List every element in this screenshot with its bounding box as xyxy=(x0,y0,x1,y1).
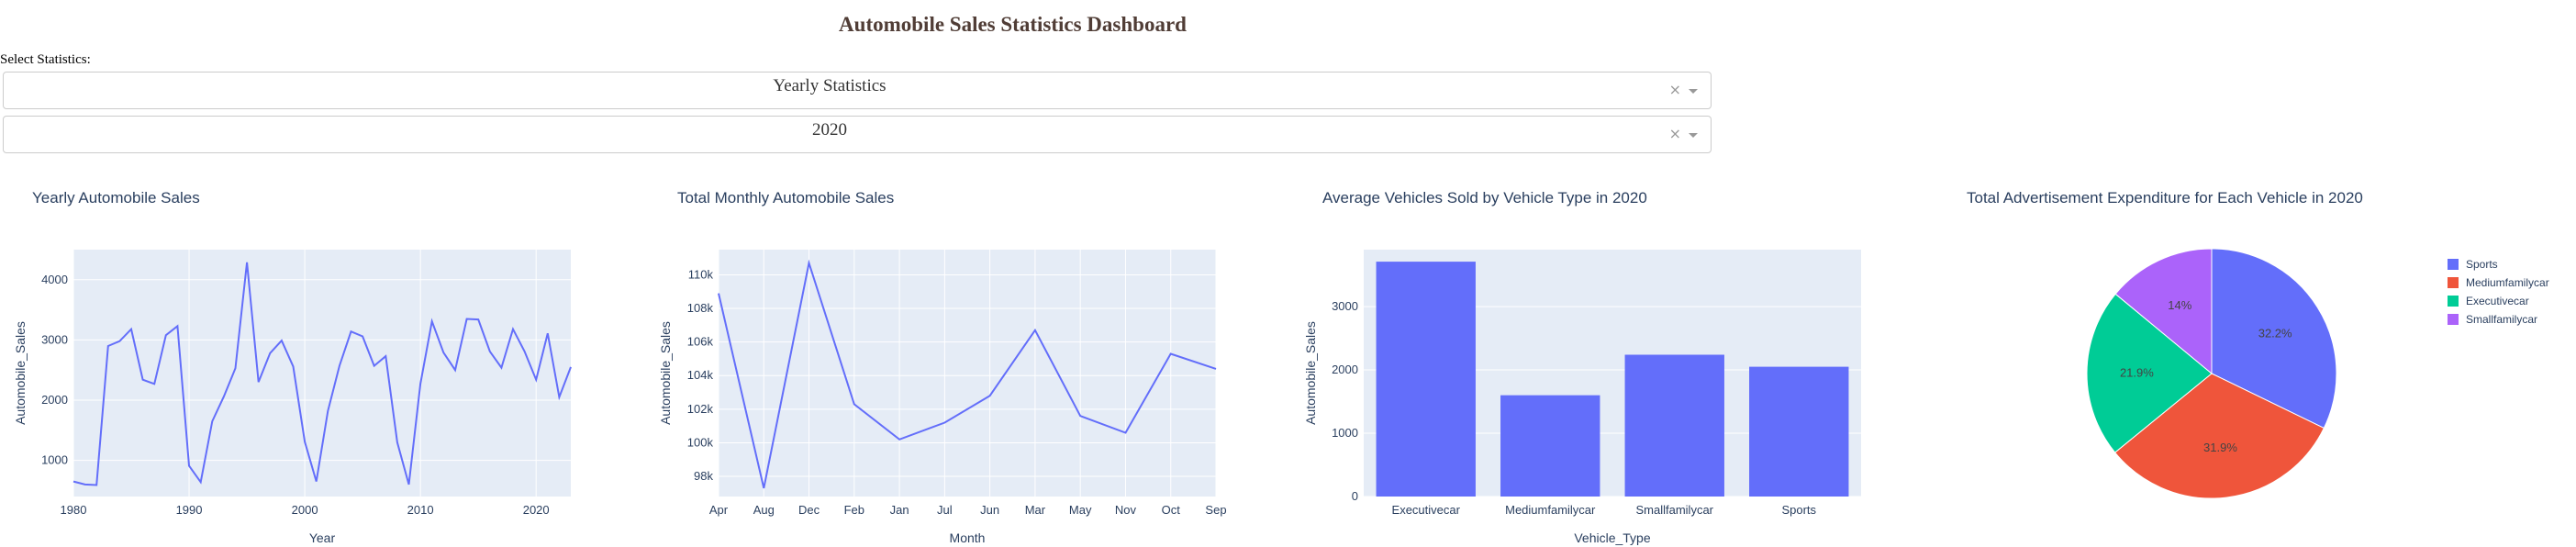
y-tick-label: 1000 xyxy=(1332,426,1358,440)
y-tick-label: 104k xyxy=(687,368,714,382)
legend-swatch xyxy=(2448,296,2459,307)
x-tick-label: Smallfamilycar xyxy=(1635,503,1713,517)
x-tick-label: Jan xyxy=(890,503,909,517)
chart-title: Yearly Automobile Sales xyxy=(32,189,200,207)
x-tick-label: Sep xyxy=(1205,503,1226,517)
clear-icon[interactable]: × xyxy=(1669,127,1681,141)
x-tick-label: 2010 xyxy=(407,503,434,517)
y-axis-label: Automobile_Sales xyxy=(658,321,673,425)
slice-label: 31.9% xyxy=(2203,441,2237,454)
dashboard-title: Automobile Sales Statistics Dashboard xyxy=(839,13,1187,36)
bar xyxy=(1500,395,1600,497)
y-tick-label: 108k xyxy=(687,301,714,315)
ad-expenditure-pie-chart: Total Advertisement Expenditure for Each… xyxy=(1967,189,2549,499)
x-tick-label: Sports xyxy=(1781,503,1816,517)
legend-swatch xyxy=(2448,314,2459,325)
x-tick-label: Oct xyxy=(1162,503,1181,517)
chevron-down-icon[interactable] xyxy=(1689,89,1698,94)
x-tick-label: Mar xyxy=(1025,503,1046,517)
chart-title: Total Advertisement Expenditure for Each… xyxy=(1967,189,2363,207)
legend-swatch xyxy=(2448,259,2459,270)
statistics-dropdown-value: Yearly Statistics xyxy=(773,76,887,95)
x-tick-label: Feb xyxy=(844,503,864,517)
x-tick-label: 2020 xyxy=(523,503,550,517)
y-tick-label: 3000 xyxy=(41,332,68,346)
plot-area xyxy=(719,250,1216,497)
legend-swatch xyxy=(2448,277,2459,288)
y-axis-label: Automobile_Sales xyxy=(1303,321,1318,425)
bar xyxy=(1376,262,1476,497)
x-tick-label: 2000 xyxy=(292,503,318,517)
slice-label: 21.9% xyxy=(2120,366,2154,380)
y-tick-label: 102k xyxy=(687,402,714,416)
chart-title: Total Monthly Automobile Sales xyxy=(677,189,894,207)
y-tick-label: 0 xyxy=(1352,489,1358,503)
y-tick-label: 100k xyxy=(687,435,714,449)
x-tick-label: Jun xyxy=(980,503,999,517)
y-tick-label: 4000 xyxy=(41,273,68,286)
y-tick-label: 2000 xyxy=(41,393,68,407)
x-tick-label: Nov xyxy=(1115,503,1137,517)
x-axis-label: Year xyxy=(309,530,336,545)
x-tick-label: Jul xyxy=(937,503,953,517)
x-tick-label: Mediumfamilycar xyxy=(1505,503,1596,517)
clear-icon[interactable]: × xyxy=(1669,83,1681,97)
year-dropdown-value: 2020 xyxy=(812,120,847,140)
x-axis-label: Month xyxy=(950,530,986,545)
legend-label: Sports xyxy=(2466,258,2498,271)
x-tick-label: 1980 xyxy=(61,503,87,517)
statistics-dropdown[interactable]: Yearly Statistics × xyxy=(3,72,1712,109)
plot-area xyxy=(73,250,571,497)
monthly-sales-line-chart: Total Monthly Automobile Sales Apr Aug Dec F… xyxy=(658,189,1227,545)
bar xyxy=(1624,354,1724,497)
slice-label: 32.2% xyxy=(2258,327,2292,340)
chart-title: Average Vehicles Sold by Vehicle Type in… xyxy=(1322,189,1647,207)
x-tick-label: May xyxy=(1069,503,1092,517)
x-tick-label: Apr xyxy=(709,503,729,517)
x-axis-label: Vehicle_Type xyxy=(1574,530,1650,545)
select-statistics-label: Select Statistics: xyxy=(0,52,91,67)
yearly-sales-line-chart: Yearly Automobile Sales 1980 1990 2000 2010 2… xyxy=(13,189,572,545)
chevron-down-icon[interactable] xyxy=(1689,133,1698,138)
y-axis-label: Automobile_Sales xyxy=(13,321,28,425)
y-tick-label: 106k xyxy=(687,335,714,349)
y-tick-label: 1000 xyxy=(41,453,68,467)
year-dropdown[interactable]: 2020 × xyxy=(3,116,1712,153)
legend-label: Mediumfamilycar xyxy=(2466,276,2549,289)
x-tick-label: 1990 xyxy=(176,503,203,517)
bar xyxy=(1749,366,1849,497)
y-tick-label: 3000 xyxy=(1332,299,1358,313)
y-tick-label: 110k xyxy=(688,267,714,281)
x-tick-label: Dec xyxy=(798,503,820,517)
y-tick-label: 2000 xyxy=(1332,363,1358,376)
slice-label: 14% xyxy=(2168,298,2191,312)
vehicle-type-bar-chart: Average Vehicles Sold by Vehicle Type in… xyxy=(1303,189,1861,545)
x-tick-label: Executivecar xyxy=(1392,503,1461,517)
y-tick-label: 98k xyxy=(694,469,713,483)
legend-label: Smallfamilycar xyxy=(2466,313,2537,326)
legend-label: Executivecar xyxy=(2466,295,2529,307)
x-tick-label: Aug xyxy=(753,503,775,517)
